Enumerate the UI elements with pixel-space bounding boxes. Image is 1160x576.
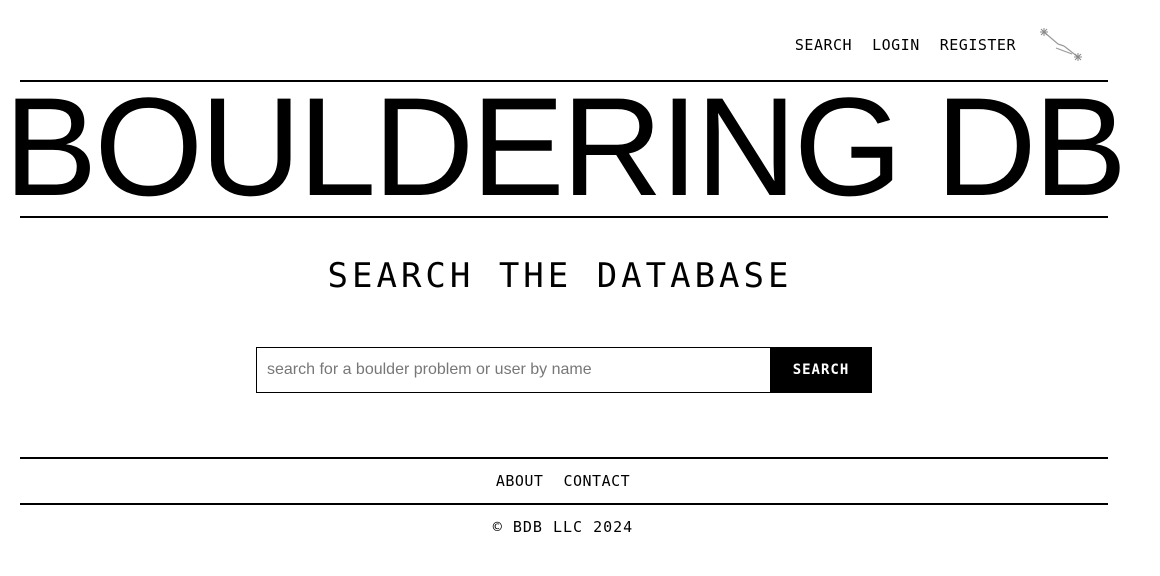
- footer-nav: ABOUT CONTACT: [0, 471, 1126, 491]
- site-title: BOULDERING DB: [3, 68, 1127, 225]
- top-nav: SEARCH LOGIN REGISTER: [795, 35, 1016, 55]
- footer-contact-link[interactable]: CONTACT: [563, 471, 630, 491]
- constellation-icon[interactable]: [1036, 24, 1090, 66]
- search-button[interactable]: SEARCH: [770, 347, 872, 393]
- page-heading: SEARCH THE DATABASE: [327, 256, 793, 296]
- search-form: SEARCH: [256, 347, 872, 393]
- nav-login-link[interactable]: LOGIN: [872, 35, 920, 55]
- nav-search-link[interactable]: SEARCH: [795, 35, 852, 55]
- nav-register-link[interactable]: REGISTER: [940, 35, 1016, 55]
- footer-top-divider: [20, 457, 1108, 459]
- footer-bottom-divider: [20, 503, 1108, 505]
- copyright-text: © BDB LLC 2024: [492, 518, 634, 536]
- footer-about-link[interactable]: ABOUT: [496, 471, 544, 491]
- search-input[interactable]: [256, 347, 770, 393]
- header-bottom-divider: [20, 216, 1108, 218]
